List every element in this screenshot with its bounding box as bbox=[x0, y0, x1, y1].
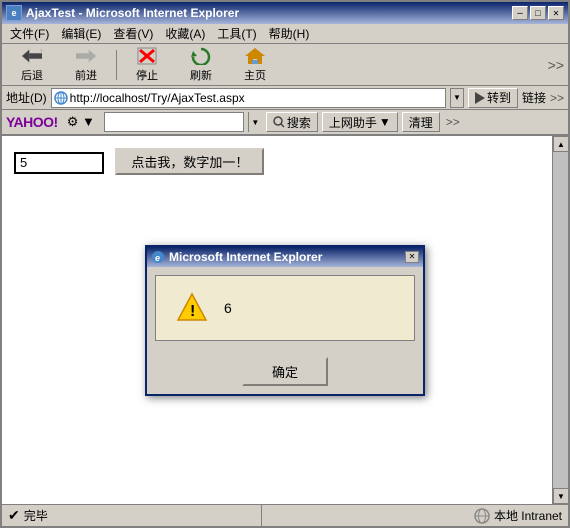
dialog-title-text: Microsoft Internet Explorer bbox=[169, 250, 322, 264]
home-label: 主页 bbox=[244, 67, 266, 83]
address-dropdown[interactable]: ▼ bbox=[450, 88, 464, 108]
toolbar-separator-1 bbox=[116, 50, 117, 80]
globe-icon bbox=[54, 91, 68, 105]
search-input-wrap bbox=[104, 112, 244, 132]
status-text: 完毕 bbox=[24, 507, 48, 524]
search-button[interactable]: 搜索 bbox=[266, 112, 318, 132]
toolbar-more[interactable]: >> bbox=[548, 57, 564, 73]
back-label: 后退 bbox=[21, 67, 43, 83]
home-button[interactable]: 主页 bbox=[229, 47, 281, 83]
menu-bar: 文件(F) 编辑(E) 查看(V) 收藏(A) 工具(T) 帮助(H) bbox=[2, 24, 568, 44]
stop-button[interactable]: 停止 bbox=[121, 47, 173, 83]
page-content: 点击我，数字加一！ ▲ ▼ e Micro bbox=[2, 136, 568, 504]
alert-dialog: e Microsoft Internet Explorer ✕ ! bbox=[145, 245, 425, 396]
menu-tools[interactable]: 工具(T) bbox=[211, 23, 262, 44]
online-help-label: 上网助手 bbox=[329, 114, 377, 131]
window-title: AjaxTest - Microsoft Internet Explorer bbox=[26, 6, 239, 20]
status-icon: ✔ bbox=[8, 507, 20, 524]
home-icon bbox=[245, 47, 265, 65]
search-bar: YAHOO! ⚙ ▼ ▼ 搜索 上网助手 ▼ 清理 >> bbox=[2, 110, 568, 136]
search-label: 搜索 bbox=[287, 114, 311, 131]
online-help-button[interactable]: 上网助手 ▼ bbox=[322, 112, 398, 132]
dialog-message: 6 bbox=[224, 300, 232, 316]
dialog-footer: 确定 bbox=[147, 349, 423, 394]
refresh-label: 刷新 bbox=[190, 67, 212, 83]
browser-window: e AjaxTest - Microsoft Internet Explorer… bbox=[0, 0, 570, 528]
svg-text:e: e bbox=[155, 253, 160, 263]
clear-label: 清理 bbox=[409, 116, 433, 130]
close-window-button[interactable] bbox=[548, 6, 564, 20]
maximize-button[interactable] bbox=[530, 6, 546, 20]
warning-icon: ! bbox=[176, 292, 208, 324]
yahoo-settings-button[interactable]: ⚙ ▼ bbox=[62, 112, 100, 132]
address-bar: 地址(D) ▼ 转到 链接 >> bbox=[2, 86, 568, 110]
status-main: ✔ 完毕 bbox=[2, 505, 262, 526]
search-input[interactable] bbox=[105, 115, 243, 129]
back-button[interactable]: 后退 bbox=[6, 47, 58, 83]
dialog-close-button[interactable]: ✕ bbox=[405, 251, 419, 263]
ie-icon: e bbox=[6, 5, 22, 21]
status-zone-icon bbox=[474, 508, 490, 524]
zone-label: 本地 Intranet bbox=[494, 507, 562, 524]
search-icon bbox=[273, 116, 285, 128]
title-bar-controls bbox=[512, 6, 564, 20]
forward-icon bbox=[76, 47, 96, 65]
menu-file[interactable]: 文件(F) bbox=[4, 23, 55, 44]
back-icon bbox=[22, 47, 42, 65]
toolbar: 后退 前进 停止 bbox=[2, 44, 568, 86]
refresh-button[interactable]: 刷新 bbox=[175, 47, 227, 83]
refresh-icon bbox=[191, 47, 211, 65]
status-zone: 本地 Intranet bbox=[474, 507, 562, 524]
status-bar: ✔ 完毕 本地 Intranet bbox=[2, 504, 568, 526]
links-label: 链接 bbox=[522, 89, 546, 106]
goto-label: 转到 bbox=[487, 89, 511, 106]
menu-help[interactable]: 帮助(H) bbox=[263, 23, 316, 44]
search-more[interactable]: >> bbox=[446, 115, 460, 129]
address-label: 地址(D) bbox=[6, 89, 47, 106]
dialog-title-left: e Microsoft Internet Explorer bbox=[151, 250, 322, 264]
menu-favorites[interactable]: 收藏(A) bbox=[159, 23, 211, 44]
clear-button[interactable]: 清理 bbox=[402, 112, 440, 132]
dialog-ie-icon: e bbox=[151, 250, 165, 264]
status-zone-area: 本地 Intranet bbox=[262, 507, 568, 524]
title-bar-left: e AjaxTest - Microsoft Internet Explorer bbox=[6, 5, 239, 21]
goto-button[interactable]: 转到 bbox=[468, 88, 518, 108]
dialog-title-bar: e Microsoft Internet Explorer ✕ bbox=[147, 247, 423, 267]
dialog-ok-button[interactable]: 确定 bbox=[242, 357, 328, 386]
stop-icon bbox=[137, 47, 157, 65]
menu-view[interactable]: 查看(V) bbox=[107, 23, 159, 44]
svg-text:!: ! bbox=[190, 303, 195, 320]
stop-label: 停止 bbox=[136, 67, 158, 83]
goto-arrow-icon bbox=[475, 92, 485, 104]
minimize-button[interactable] bbox=[512, 6, 528, 20]
yahoo-text: YAHOO! bbox=[6, 114, 58, 130]
address-more[interactable]: >> bbox=[550, 91, 564, 105]
modal-overlay: e Microsoft Internet Explorer ✕ ! bbox=[2, 136, 568, 504]
search-dropdown[interactable]: ▼ bbox=[248, 112, 262, 132]
forward-button[interactable]: 前进 bbox=[60, 47, 112, 83]
yahoo-logo: YAHOO! bbox=[6, 114, 58, 130]
title-bar: e AjaxTest - Microsoft Internet Explorer bbox=[2, 2, 568, 24]
forward-label: 前进 bbox=[75, 67, 97, 83]
online-help-dropdown-icon: ▼ bbox=[379, 115, 391, 129]
menu-edit[interactable]: 编辑(E) bbox=[55, 23, 107, 44]
dialog-body: ! 6 bbox=[155, 275, 415, 341]
address-input[interactable] bbox=[70, 91, 443, 105]
address-input-wrap bbox=[51, 88, 446, 108]
